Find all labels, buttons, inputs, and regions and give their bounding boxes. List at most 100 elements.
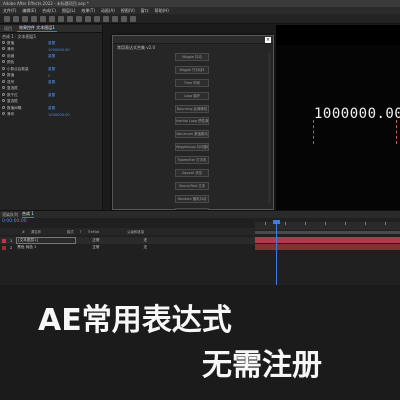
expression-button[interactable]: Bouncing 反弹弹性 [175, 104, 209, 113]
layer-index: 1 [10, 238, 13, 243]
type-tool-icon[interactable] [85, 16, 91, 22]
property-name: 数值 [7, 73, 15, 78]
menu-item-view[interactable]: 视图(V) [121, 8, 135, 14]
property-name: 滑块 [7, 112, 15, 117]
stopwatch-icon[interactable] [2, 79, 5, 83]
layer-label-color[interactable] [2, 245, 6, 250]
menu-item-effect[interactable]: 效果(T) [81, 8, 95, 14]
pen-tool-icon[interactable] [76, 16, 82, 22]
ruler-tick [385, 222, 386, 225]
menu-item-help[interactable]: 帮助(H) [155, 8, 169, 14]
stopwatch-icon[interactable] [2, 92, 5, 96]
composition-viewer[interactable]: 1000000.00 [276, 25, 400, 215]
layer-parent[interactable]: 无 [143, 238, 147, 243]
expression-button[interactable]: Inertial Loop 惯性弹跳 [175, 117, 209, 126]
expression-button[interactable]: Typewriter 打字机 [175, 156, 209, 165]
pan-behind-tool-icon[interactable] [58, 16, 64, 22]
stopwatch-icon[interactable] [2, 47, 5, 51]
timeline-tabs: 渲染队列 合成 1 [0, 211, 400, 218]
menu-item-animation[interactable]: 动画(A) [101, 8, 115, 14]
hand-tool-icon[interactable] [22, 16, 28, 22]
expression-button-list: Wiggle 抖动 Wiggle 只抖动X Time 时间 Loop 循环 Bo… [175, 53, 209, 233]
property-value[interactable]: 1000000.00 [48, 48, 70, 52]
stopwatch-icon[interactable] [2, 66, 5, 70]
property-name: 数千位 [7, 92, 18, 97]
menu-item-window[interactable]: 窗口 [141, 8, 149, 14]
home-icon[interactable] [4, 16, 10, 22]
ruler-tick [365, 222, 366, 225]
panel-header: 合成 1 · 文本图层1 [2, 34, 37, 39]
stopwatch-icon[interactable] [2, 86, 5, 90]
camera-tool-icon[interactable] [49, 16, 55, 22]
property-name: 复选框 [7, 99, 18, 104]
layer-row[interactable]: 1 [文本图层1] 正常 无 [0, 237, 255, 244]
expression-button[interactable]: Loop 循环 [175, 91, 209, 100]
property-value[interactable]: 重置 [48, 93, 55, 98]
stopwatch-icon[interactable] [2, 112, 5, 116]
property-value[interactable]: 重置 [48, 54, 55, 59]
expression-button[interactable]: WiggleLoop 抖动循环 [175, 143, 209, 152]
selection-tool-icon[interactable] [13, 16, 19, 22]
expression-button[interactable]: Wiggle 抖动 [175, 53, 209, 61]
expressions-dialog: × 常用表达式合集 v2.0 Wiggle 抖动 Wiggle 只抖动X Tim… [112, 35, 274, 229]
tab-project[interactable]: 项目 [2, 26, 14, 32]
tab-effect-controls[interactable]: 效果控件 文本图层1 [17, 25, 57, 32]
property-value[interactable]: 重置 [48, 80, 55, 85]
property-name: 复选框 [7, 86, 18, 91]
property-value[interactable]: 重置 [48, 106, 55, 111]
tab-composition[interactable]: 合成 1 [22, 211, 34, 218]
property-value[interactable]: 重置 [48, 67, 55, 72]
close-icon[interactable]: × [265, 37, 271, 43]
layer-mode[interactable]: 正常 [92, 245, 99, 250]
dialog-scrollbar[interactable] [268, 53, 271, 203]
expression-button[interactable]: Random 随机抖动 [175, 194, 209, 203]
property-name: 数值间隔 [7, 105, 22, 110]
ruler-tick [345, 222, 346, 225]
menu-item-composition[interactable]: 合成(C) [42, 8, 56, 14]
property-list: 数值 重置 滑块 1000000.00 前缀 重置 颜色 小数点后数量 重置 数值 2 逗… [0, 40, 102, 118]
stopwatch-icon[interactable] [2, 40, 5, 44]
current-timecode[interactable]: 0:00:00:00 [2, 219, 27, 224]
roto-brush-tool-icon[interactable] [121, 16, 127, 22]
stopwatch-icon[interactable] [2, 53, 5, 57]
stopwatch-icon[interactable] [2, 73, 5, 77]
property-name: 前缀 [7, 53, 15, 58]
stamp-tool-icon[interactable] [103, 16, 109, 22]
expression-button[interactable]: Time 时间 [175, 78, 209, 87]
expression-button[interactable]: Squash 挤压 [175, 169, 209, 178]
layer-mode[interactable]: 正常 [92, 238, 99, 243]
expression-button[interactable]: Wiggle 只抖动X [175, 65, 209, 74]
stopwatch-icon[interactable] [2, 105, 5, 109]
zoom-tool-icon[interactable] [31, 16, 37, 22]
menu-item-file[interactable]: 文件(F) [3, 8, 16, 14]
playhead-line[interactable] [276, 222, 277, 286]
column-source-name[interactable]: 源名称 [31, 229, 41, 234]
rectangle-tool-icon[interactable] [67, 16, 73, 22]
menu-item-layer[interactable]: 图层(L) [62, 8, 75, 14]
promo-banner: AE常用表达式 无需注册 [0, 285, 400, 400]
brush-tool-icon[interactable] [94, 16, 100, 22]
layer-parent[interactable]: 无 [143, 245, 147, 250]
eraser-tool-icon[interactable] [112, 16, 118, 22]
puppet-tool-icon[interactable] [130, 16, 136, 22]
counter-text-layer[interactable]: 1000000.00 [314, 106, 400, 122]
rotate-tool-icon[interactable] [40, 16, 46, 22]
property-value[interactable]: 2 [48, 74, 50, 78]
property-value[interactable]: 1000000.00 [48, 113, 70, 117]
tab-render-queue[interactable]: 渲染队列 [2, 212, 18, 218]
dialog-titlebar[interactable]: × [113, 36, 273, 44]
stopwatch-icon[interactable] [2, 99, 5, 103]
effect-controls-panel: 项目 效果控件 文本图层1 合成 1 · 文本图层1 数值 重置 滑块 100000… [0, 25, 103, 210]
layer-row[interactable]: 2 黑色 纯色 1 正常 无 [0, 244, 255, 251]
banner-subheadline: 无需注册 [202, 348, 322, 383]
property-value[interactable]: 重置 [48, 41, 55, 46]
layer-name[interactable]: 黑色 纯色 1 [16, 245, 76, 250]
property-row[interactable]: 滑块 1000000.00 [0, 112, 102, 119]
stopwatch-icon[interactable] [2, 60, 5, 64]
expression-button[interactable]: SourceText 文本 [175, 181, 209, 190]
menu-item-edit[interactable]: 编辑(E) [22, 8, 36, 14]
composition-canvas[interactable] [276, 45, 400, 215]
layer-name[interactable]: [文本图层1] [16, 237, 77, 244]
layer-label-color[interactable] [2, 238, 6, 243]
expression-button[interactable]: Valuenum 数值跳动 [175, 130, 209, 139]
